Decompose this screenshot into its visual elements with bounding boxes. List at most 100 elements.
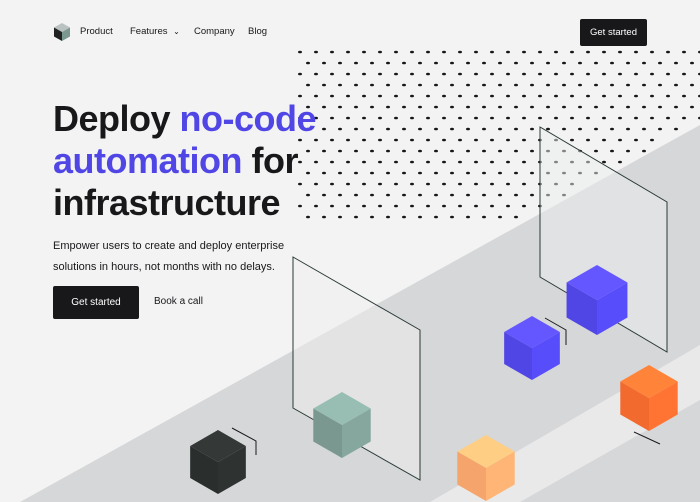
dot xyxy=(522,116,526,120)
dot xyxy=(618,94,622,98)
dot xyxy=(450,215,454,219)
dot xyxy=(418,193,422,197)
dot xyxy=(514,193,518,197)
dot xyxy=(362,72,366,76)
nav-get-started-button[interactable]: Get started xyxy=(580,19,647,46)
dot xyxy=(474,138,478,142)
dot xyxy=(466,83,470,87)
dot xyxy=(442,138,446,142)
dot xyxy=(610,149,614,153)
dot xyxy=(610,105,614,109)
dot xyxy=(442,72,446,76)
dot xyxy=(642,149,646,153)
dot xyxy=(554,116,558,120)
dot xyxy=(570,116,574,120)
dot xyxy=(602,138,606,142)
dot xyxy=(666,72,670,76)
dot xyxy=(394,204,398,208)
dot xyxy=(474,116,478,120)
dot xyxy=(610,127,614,131)
dot xyxy=(490,116,494,120)
dot xyxy=(386,149,390,153)
title-highlight: automation xyxy=(53,140,243,181)
dot xyxy=(682,94,686,98)
dot xyxy=(498,171,502,175)
dot xyxy=(634,116,638,120)
dot xyxy=(682,72,686,76)
dot xyxy=(586,72,590,76)
dot xyxy=(458,138,462,142)
nav-company[interactable]: Company xyxy=(194,26,235,37)
dot xyxy=(602,94,606,98)
dot xyxy=(466,215,470,219)
dot xyxy=(418,127,422,131)
dot xyxy=(530,193,534,197)
nav-product[interactable]: Product xyxy=(80,26,113,37)
dot xyxy=(410,204,414,208)
dot xyxy=(530,149,534,153)
dot xyxy=(410,72,414,76)
dot xyxy=(458,204,462,208)
book-call-link[interactable]: Book a call xyxy=(154,296,203,307)
dot xyxy=(434,193,438,197)
dot xyxy=(674,83,678,87)
dot xyxy=(330,72,334,76)
dot xyxy=(378,72,382,76)
dot xyxy=(530,83,534,87)
dot xyxy=(642,105,646,109)
dot xyxy=(458,72,462,76)
nav-blog[interactable]: Blog xyxy=(248,26,267,37)
dot xyxy=(314,94,318,98)
dot xyxy=(394,182,398,186)
dot xyxy=(522,94,526,98)
dot xyxy=(570,138,574,142)
dot xyxy=(482,105,486,109)
dot xyxy=(690,83,694,87)
get-started-button[interactable]: Get started xyxy=(53,286,139,319)
dot xyxy=(378,182,382,186)
nav-features[interactable]: Features ⌄ xyxy=(130,26,180,37)
dot xyxy=(498,127,502,131)
dot xyxy=(442,116,446,120)
title-part: for xyxy=(242,140,299,181)
dot xyxy=(474,160,478,164)
dot xyxy=(650,94,654,98)
dot xyxy=(330,94,334,98)
dot xyxy=(522,160,526,164)
dot xyxy=(522,204,526,208)
dot xyxy=(538,116,542,120)
dot xyxy=(298,72,302,76)
dot xyxy=(418,149,422,153)
dot xyxy=(410,94,414,98)
dot xyxy=(410,182,414,186)
dot xyxy=(506,160,510,164)
dot xyxy=(634,138,638,142)
dot xyxy=(442,94,446,98)
dot xyxy=(466,149,470,153)
cube-logo-icon[interactable] xyxy=(52,22,72,42)
dot xyxy=(650,116,654,120)
dot xyxy=(450,83,454,87)
dot xyxy=(650,72,654,76)
page-title: Deploy no-code automation for infrastructu… xyxy=(53,98,373,224)
dot xyxy=(306,83,310,87)
dot xyxy=(490,204,494,208)
dot xyxy=(450,171,454,175)
dot xyxy=(386,193,390,197)
dot xyxy=(514,149,518,153)
dot xyxy=(450,193,454,197)
dot xyxy=(410,116,414,120)
dot xyxy=(554,72,558,76)
dot xyxy=(402,149,406,153)
dot xyxy=(458,94,462,98)
dot xyxy=(386,127,390,131)
dot xyxy=(434,215,438,219)
dot xyxy=(378,94,382,98)
dot xyxy=(538,72,542,76)
dot xyxy=(506,116,510,120)
dot xyxy=(626,149,630,153)
dot xyxy=(506,94,510,98)
dot xyxy=(402,127,406,131)
dot xyxy=(578,83,582,87)
dot xyxy=(362,94,366,98)
